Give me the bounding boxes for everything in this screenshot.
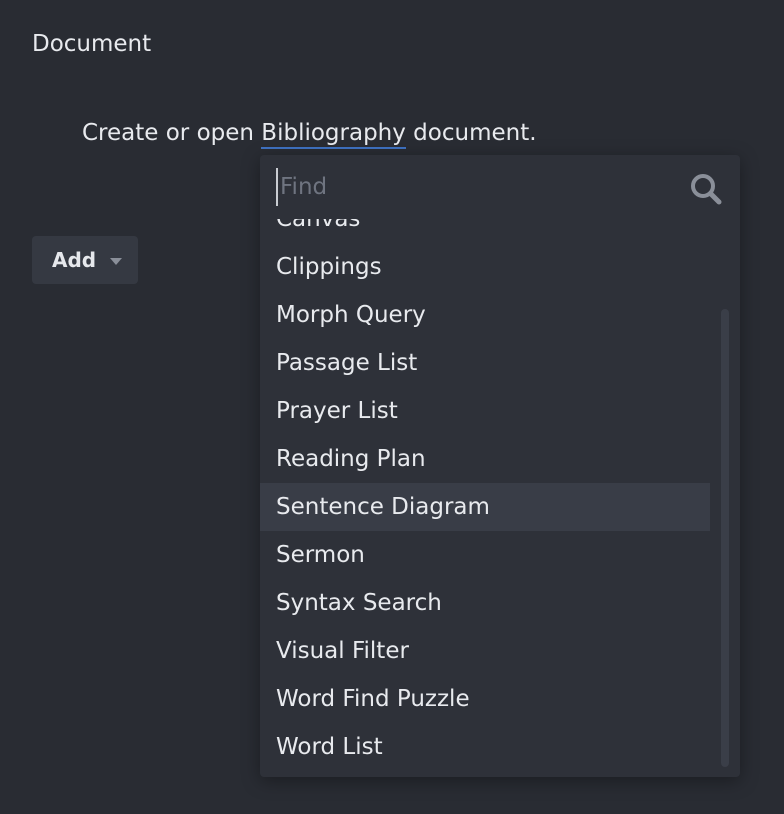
caret-down-icon <box>110 257 123 265</box>
list-item-visual-filter[interactable]: Visual Filter <box>260 627 710 675</box>
add-button[interactable]: Add <box>32 236 138 284</box>
create-open-prompt: Create or open Bibliography document. <box>82 120 537 149</box>
prompt-text-after: document. <box>405 120 537 146</box>
list-item-reading-plan[interactable]: Reading Plan <box>260 435 710 483</box>
document-type-list[interactable]: Canvas Clippings Morph Query Passage Lis… <box>260 219 710 777</box>
list-item-clippings[interactable]: Clippings <box>260 243 710 291</box>
list-item-passage-list[interactable]: Passage List <box>260 339 710 387</box>
list-item-word-list[interactable]: Word List <box>260 723 710 771</box>
search-row <box>260 155 740 219</box>
list-scrollbar[interactable] <box>721 309 729 767</box>
bibliography-link[interactable]: Bibliography <box>261 120 406 149</box>
search-icon[interactable] <box>688 171 724 207</box>
prompt-text-before: Create or open <box>82 120 262 146</box>
list-item-morph-query[interactable]: Morph Query <box>260 291 710 339</box>
add-button-label: Add <box>52 248 97 272</box>
section-title: Document <box>32 31 152 57</box>
list-item-word-find-puzzle[interactable]: Word Find Puzzle <box>260 675 710 723</box>
list-item-syntax-search[interactable]: Syntax Search <box>260 579 710 627</box>
list-item-sermon[interactable]: Sermon <box>260 531 710 579</box>
document-type-dropdown[interactable]: Canvas Clippings Morph Query Passage Lis… <box>260 155 740 777</box>
find-input[interactable] <box>276 168 680 206</box>
list-item-prayer-list[interactable]: Prayer List <box>260 387 710 435</box>
list-item-canvas[interactable]: Canvas <box>260 219 710 243</box>
list-item-sentence-diagram[interactable]: Sentence Diagram <box>260 483 710 531</box>
